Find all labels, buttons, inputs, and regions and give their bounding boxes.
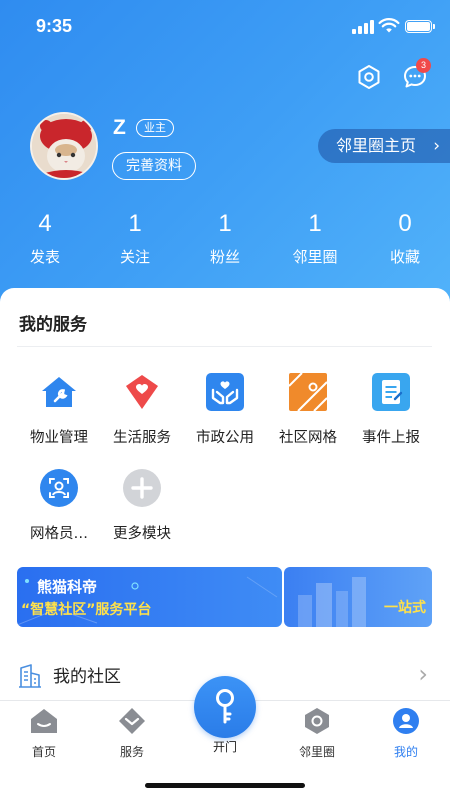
complete-profile-button[interactable]: 完善资料 xyxy=(112,152,196,180)
open-door-button[interactable] xyxy=(194,676,256,738)
home-icon xyxy=(31,709,57,733)
heart-shield-icon xyxy=(126,375,158,409)
building-icon xyxy=(19,664,41,688)
service-label: 物业管理 xyxy=(30,430,88,446)
tab-me[interactable]: 我的 xyxy=(376,707,436,760)
stat-followers[interactable]: 1 粉丝 xyxy=(180,210,270,267)
tab-label: 首页 xyxy=(31,745,56,759)
stat-value: 1 xyxy=(308,210,322,237)
house-wrench-icon xyxy=(42,377,76,407)
stat-value: 1 xyxy=(128,210,142,237)
status-time: 9:35 xyxy=(36,16,73,36)
message-count-badge: 3 xyxy=(416,58,431,73)
status-bar: 9:35 xyxy=(0,0,450,52)
wifi-icon xyxy=(378,18,400,33)
service-event-report[interactable]: 事件上报 xyxy=(350,372,432,447)
cellular-signal-icon xyxy=(352,20,374,34)
service-label: 事件上报 xyxy=(362,430,420,446)
stat-following[interactable]: 1 关注 xyxy=(90,210,180,267)
service-label: 网格员… xyxy=(30,526,88,542)
service-municipal[interactable]: 市政公用 xyxy=(184,372,266,447)
service-grid-worker[interactable]: 网格员… xyxy=(18,468,100,543)
grid-map-icon xyxy=(288,372,328,412)
promo-banner[interactable]: 熊猫科帝 “智慧社区”服务平台 xyxy=(17,567,282,627)
neighbor-home-label: 邻里圈主页 xyxy=(336,136,417,155)
stat-value: 1 xyxy=(218,210,232,237)
banner-subtitle: “智慧社区”服务平台 xyxy=(21,602,152,618)
stat-label: 收藏 xyxy=(389,248,420,266)
username: Z xyxy=(113,116,126,139)
home-indicator xyxy=(145,783,305,788)
stat-favorites[interactable]: 0 收藏 xyxy=(360,210,450,267)
services-card: 我的服务 物业管理 生活服务 市政公用 社区网格 事件上报 网格员… 更多模块 … xyxy=(0,288,450,700)
stat-label: 粉丝 xyxy=(209,248,240,266)
service-community-grid[interactable]: 社区网格 xyxy=(267,372,349,447)
service-label: 社区网格 xyxy=(279,430,337,446)
stat-value: 4 xyxy=(38,210,52,237)
plus-icon xyxy=(123,469,161,507)
stat-posts[interactable]: 4 发表 xyxy=(0,210,90,267)
tab-services[interactable]: 服务 xyxy=(102,707,162,760)
service-icon xyxy=(119,708,145,734)
section-title: 我的服务 xyxy=(19,315,87,335)
service-property-management[interactable]: 物业管理 xyxy=(18,372,100,447)
stat-neighbor-circle[interactable]: 1 邻里圈 xyxy=(270,210,360,267)
chevron-right-icon: › xyxy=(433,136,440,156)
face-scan-icon xyxy=(40,469,78,507)
service-label: 更多模块 xyxy=(113,526,171,542)
tab-neighbor-circle[interactable]: 邻里圈 xyxy=(287,707,347,760)
stat-label: 关注 xyxy=(119,248,150,266)
tab-label: 我的 xyxy=(393,745,418,759)
neighbor-icon xyxy=(305,708,329,734)
settings-icon[interactable] xyxy=(356,64,382,90)
service-life-services[interactable]: 生活服务 xyxy=(101,372,183,447)
tab-label: 服务 xyxy=(119,745,144,759)
service-label: 生活服务 xyxy=(113,430,171,446)
report-document-icon xyxy=(372,373,410,411)
service-more-modules[interactable]: 更多模块 xyxy=(101,468,183,543)
banner-right-text: 一站式 xyxy=(384,600,426,616)
role-badge: 业主 xyxy=(136,119,174,137)
tab-home[interactable]: 首页 xyxy=(14,707,74,760)
profile-icon xyxy=(393,708,419,734)
avatar[interactable] xyxy=(30,112,98,180)
hands-heart-icon xyxy=(206,373,244,411)
stat-value: 0 xyxy=(398,210,412,237)
chevron-right-icon: › xyxy=(418,660,428,688)
stats-row: 4 发表 1 关注 1 粉丝 1 邻里圈 0 收藏 xyxy=(0,210,450,267)
neighbor-home-link[interactable]: 邻里圈主页 › xyxy=(318,129,450,163)
stat-label: 发表 xyxy=(29,248,60,266)
service-label: 市政公用 xyxy=(196,430,254,446)
banner-title: 熊猫科帝 xyxy=(37,578,98,596)
my-community-label: 我的社区 xyxy=(53,667,121,687)
battery-icon xyxy=(405,20,435,33)
stat-label: 邻里圈 xyxy=(292,248,338,266)
divider xyxy=(17,346,432,347)
key-icon xyxy=(216,689,234,724)
promo-banner-secondary[interactable]: 一站式 xyxy=(284,567,432,627)
tab-open-door-label: 开门 xyxy=(212,740,237,754)
tab-label: 邻里圈 xyxy=(298,745,335,759)
